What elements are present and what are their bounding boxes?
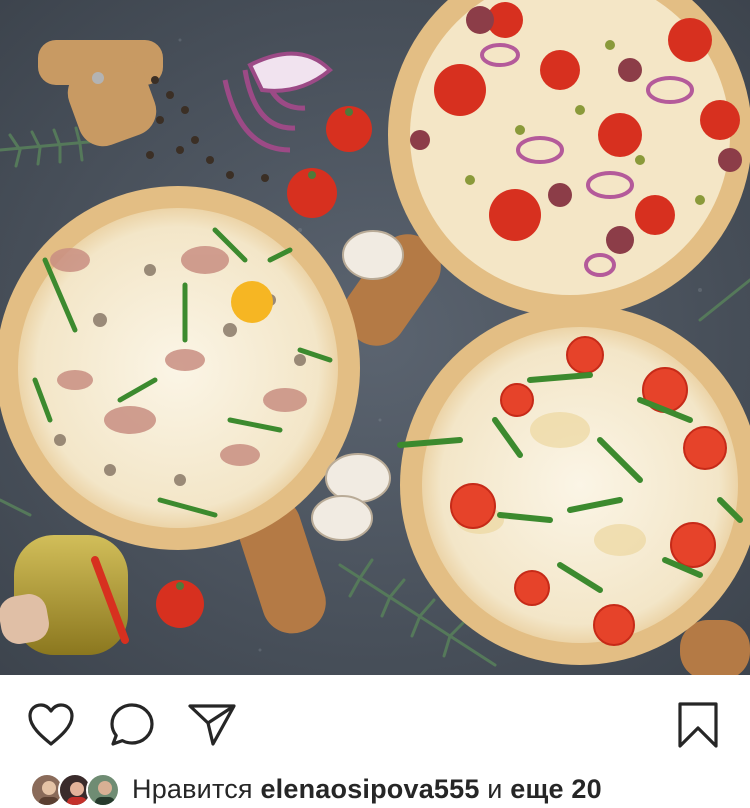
likes-row: Нравится elenaosipova555 и еще 20	[0, 770, 750, 808]
likes-prefix: Нравится	[132, 773, 253, 804]
liker-avatars[interactable]	[30, 771, 126, 807]
heart-outline-icon	[26, 702, 76, 748]
likes-count-link[interactable]: еще 20	[510, 774, 602, 804]
paper-plane-icon	[187, 702, 237, 748]
post-action-bar	[0, 675, 750, 770]
likes-connector: и	[487, 773, 503, 804]
bookmark-outline-icon	[676, 701, 720, 749]
like-button[interactable]	[25, 699, 77, 751]
speech-bubble-icon	[108, 701, 156, 749]
avatar	[86, 773, 120, 807]
likes-text: Нравится elenaosipova555 и еще 20	[132, 774, 602, 805]
comment-button[interactable]	[106, 699, 158, 751]
save-button[interactable]	[672, 699, 724, 751]
post-photo[interactable]	[0, 0, 750, 675]
liker-username-link[interactable]: elenaosipova555	[260, 774, 479, 804]
share-button[interactable]	[186, 699, 238, 751]
